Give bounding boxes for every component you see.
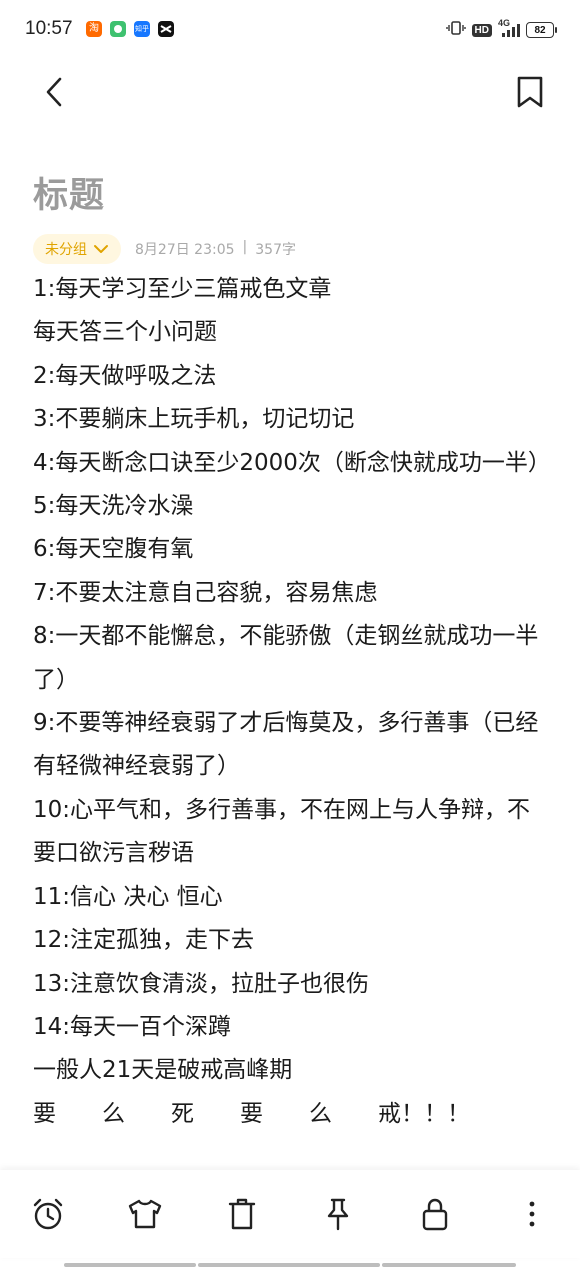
note-line: 10:心平气和，多行善事，不在网上与人争辩，不要口欲污言秽语 xyxy=(33,796,531,867)
status-bar: 10:57 淘 知乎 HD 4G 82 xyxy=(0,0,580,62)
note-line: 13:注意饮食清淡，拉肚子也很伤 xyxy=(33,970,370,997)
chevron-left-icon xyxy=(46,77,62,107)
note-body[interactable]: 1:每天学习至少三篇戒色文章 每天答三个小问题 2:每天做呼吸之法 3:不要躺床… xyxy=(33,268,551,1136)
note-line: 7:不要太注意自己容貌，容易焦虑 xyxy=(33,579,378,606)
word-count: 357字 xyxy=(255,242,296,258)
pin-button[interactable] xyxy=(314,1190,362,1238)
note-line: 5:每天洗冷水澡 xyxy=(33,493,194,520)
note-line: 一般人21天是破戒高峰期 xyxy=(33,1057,293,1084)
note-line: 1:每天学习至少三篇戒色文章 xyxy=(33,276,332,302)
pin-icon xyxy=(328,1198,349,1231)
notification-icons: 淘 知乎 xyxy=(86,21,174,37)
note-line: 9:不要等神经衰弱了才后悔莫及，多行善事（已经有轻微神经衰弱了） xyxy=(33,710,539,780)
note-line: 11:信心 决心 恒心 xyxy=(33,883,223,910)
hd-badge: HD xyxy=(471,23,492,37)
note-line: 8:一天都不能懈怠，不能骄傲（走钢丝就成功一半了） xyxy=(33,623,539,693)
note-line: 6:每天空腹有氧 xyxy=(33,536,194,563)
more-button[interactable] xyxy=(508,1190,556,1238)
status-indicators: HD 4G 82 xyxy=(445,18,557,40)
trash-icon xyxy=(228,1198,255,1230)
more-icon xyxy=(529,1201,535,1227)
alarm-icon xyxy=(34,1198,63,1230)
gesture-bar xyxy=(64,1263,196,1267)
bookmark-button[interactable] xyxy=(510,72,550,112)
shirt-icon xyxy=(128,1199,162,1229)
signal-icon: 4G xyxy=(498,18,520,38)
lock-icon xyxy=(422,1198,448,1231)
delete-button[interactable] xyxy=(218,1190,266,1238)
group-selector[interactable]: 未分组 xyxy=(33,234,121,264)
vibrate-icon xyxy=(445,20,466,40)
gesture-bar xyxy=(198,1263,380,1267)
note-date: 8月27日 23:05 xyxy=(135,242,235,258)
note-meta: 未分组 8月27日 23:05 | 357字 xyxy=(33,234,296,264)
note-line: 2:每天做呼吸之法 xyxy=(33,362,217,389)
bookmark-icon xyxy=(517,76,543,108)
back-button[interactable] xyxy=(34,72,74,112)
lock-button[interactable] xyxy=(411,1190,459,1238)
meta-separator: | xyxy=(242,239,248,255)
note-line: 要 么 死 要 么 戒！！！ xyxy=(33,1100,470,1127)
capcut-icon xyxy=(158,21,174,37)
note-line: 4:每天断念口诀至少2000次（断念快就成功一半） xyxy=(33,449,551,476)
bottom-toolbar xyxy=(0,1170,580,1258)
group-label: 未分组 xyxy=(45,242,87,258)
app2-icon xyxy=(110,21,126,37)
note-line: 12:注定孤独，走下去 xyxy=(33,927,255,954)
chevron-down-icon xyxy=(94,245,108,253)
gesture-bar xyxy=(382,1263,516,1267)
alarm-button[interactable] xyxy=(24,1190,72,1238)
note-title[interactable]: 标题 xyxy=(33,172,105,220)
theme-button[interactable] xyxy=(121,1190,169,1238)
note-line: 3:不要躺床上玩手机，切记切记 xyxy=(33,406,355,433)
taobao-icon: 淘 xyxy=(86,21,102,37)
zhihu-icon: 知乎 xyxy=(134,21,150,37)
battery-indicator: 82 xyxy=(526,22,557,38)
note-line: 每天答三个小问题 xyxy=(33,319,217,346)
note-line: 14:每天一百个深蹲 xyxy=(33,1013,232,1040)
note-info: 8月27日 23:05 | 357字 xyxy=(135,239,296,259)
status-time: 10:57 xyxy=(25,18,73,39)
